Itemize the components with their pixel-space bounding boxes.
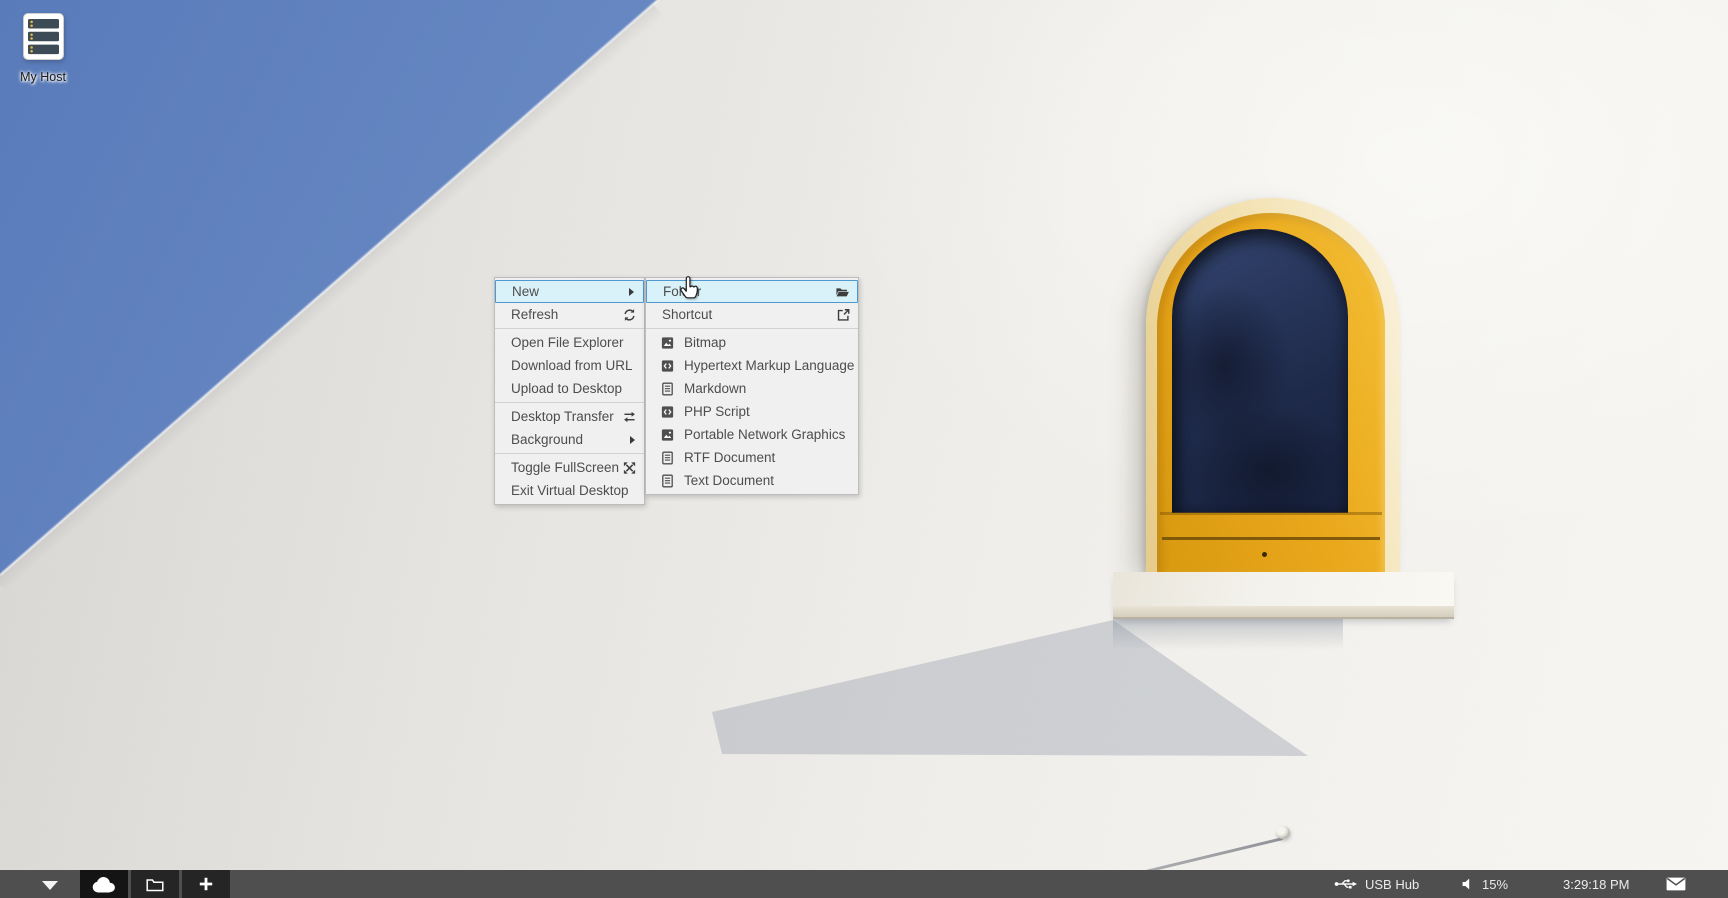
volume-status[interactable]: 15%	[1461, 870, 1508, 898]
menu-item-label: Text Document	[684, 473, 774, 488]
submenu-item-png[interactable]: Portable Network Graphics	[646, 423, 858, 446]
chevron-down-icon[interactable]	[42, 881, 58, 890]
menu-separator	[646, 328, 858, 329]
desktop-icon-my-host[interactable]: My Host	[12, 13, 74, 84]
text-file-icon	[660, 381, 675, 396]
submenu-arrow-icon	[629, 288, 634, 296]
ledge-top-face	[1113, 572, 1454, 606]
under-ledge-shadow	[1113, 616, 1343, 650]
folder-open-icon	[835, 284, 850, 299]
menu-item-open-file-explorer[interactable]: Open File Explorer	[495, 331, 644, 354]
menu-item-download-from-url[interactable]: Download from URL	[495, 354, 644, 377]
menu-separator	[495, 402, 644, 403]
menu-item-label: Background	[511, 432, 583, 447]
taskbar-app-files[interactable]	[131, 870, 179, 898]
menu-item-label: Portable Network Graphics	[684, 427, 845, 442]
volume-level: 15%	[1482, 877, 1508, 892]
menu-item-label: Shortcut	[662, 307, 712, 322]
menu-item-label: Toggle FullScreen	[511, 460, 619, 475]
usb-hub-label: USB Hub	[1365, 877, 1419, 892]
desktop[interactable]: My Host New Refresh Open File Explorer D…	[0, 0, 1728, 898]
refresh-icon	[622, 307, 637, 322]
window-frame-step	[1160, 512, 1382, 515]
menu-separator	[495, 328, 644, 329]
plus-icon	[198, 876, 214, 892]
menu-item-exit-virtual-desktop[interactable]: Exit Virtual Desktop	[495, 479, 644, 502]
context-menu: New Refresh Open File Explorer Download …	[494, 277, 645, 505]
submenu-item-bitmap[interactable]: Bitmap	[646, 331, 858, 354]
window-glass	[1172, 229, 1348, 513]
submenu-item-php-script[interactable]: PHP Script	[646, 400, 858, 423]
menu-separator	[495, 453, 644, 454]
image-file-icon	[660, 427, 675, 442]
menu-item-label: Download from URL	[511, 358, 633, 373]
clock-time: 3:29:18 PM	[1563, 877, 1630, 892]
cloud-icon	[91, 875, 117, 893]
external-link-icon	[836, 307, 851, 322]
taskbar-app-cloud[interactable]	[80, 870, 128, 898]
menu-item-label: Open File Explorer	[511, 335, 624, 350]
envelope-icon	[1666, 877, 1686, 891]
submenu-arrow-icon	[630, 436, 635, 444]
antenna-knob	[1276, 826, 1290, 839]
window-ledge	[1113, 572, 1454, 619]
submenu-item-rtf-document[interactable]: RTF Document	[646, 446, 858, 469]
menu-item-label: Refresh	[511, 307, 558, 322]
usb-icon	[1334, 877, 1358, 891]
code-file-icon	[660, 404, 675, 419]
hand-pointer-cursor	[678, 276, 701, 303]
menu-item-refresh[interactable]: Refresh	[495, 303, 644, 326]
ledge-front-face	[1113, 606, 1454, 617]
menu-item-label: RTF Document	[684, 450, 775, 465]
menu-item-label: PHP Script	[684, 404, 750, 419]
menu-item-label: Desktop Transfer	[511, 409, 614, 424]
taskbar: USB Hub 15% 3:29:18 PM	[0, 870, 1728, 898]
text-file-icon	[660, 473, 675, 488]
taskbar-app-add[interactable]	[182, 870, 230, 898]
mail-status[interactable]	[1666, 870, 1686, 898]
submenu-item-html[interactable]: Hypertext Markup Language	[646, 354, 858, 377]
clock: 3:29:18 PM	[1563, 870, 1630, 898]
transfer-arrows-icon	[622, 409, 637, 424]
folder-icon	[146, 877, 164, 892]
menu-item-label: Bitmap	[684, 335, 726, 350]
menu-item-label: Exit Virtual Desktop	[511, 483, 629, 498]
menu-item-new[interactable]: New	[495, 280, 644, 303]
menu-item-upload-to-desktop[interactable]: Upload to Desktop	[495, 377, 644, 400]
submenu-item-text-document[interactable]: Text Document	[646, 469, 858, 492]
desktop-icon-label: My Host	[12, 70, 74, 84]
new-submenu: Folder Shortcut Bitmap Hypertext Markup …	[645, 277, 859, 495]
menu-item-label: New	[512, 284, 539, 299]
submenu-item-shortcut[interactable]: Shortcut	[646, 303, 858, 326]
speaker-icon	[1461, 877, 1475, 891]
window-frame-knob	[1262, 552, 1267, 557]
server-icon	[23, 13, 64, 60]
menu-item-desktop-transfer[interactable]: Desktop Transfer	[495, 405, 644, 428]
image-file-icon	[660, 335, 675, 350]
menu-item-label: Markdown	[684, 381, 746, 396]
usb-hub-status[interactable]: USB Hub	[1334, 870, 1419, 898]
code-file-icon	[660, 358, 675, 373]
text-file-icon	[660, 450, 675, 465]
menu-item-label: Hypertext Markup Language	[684, 358, 854, 373]
menu-item-label: Upload to Desktop	[511, 381, 622, 396]
menu-item-background[interactable]: Background	[495, 428, 644, 451]
ledge-base-line	[1113, 617, 1454, 619]
window-frame-groove	[1162, 537, 1380, 540]
submenu-item-markdown[interactable]: Markdown	[646, 377, 858, 400]
menu-item-toggle-fullscreen[interactable]: Toggle FullScreen	[495, 456, 644, 479]
expand-arrows-icon	[622, 460, 637, 475]
